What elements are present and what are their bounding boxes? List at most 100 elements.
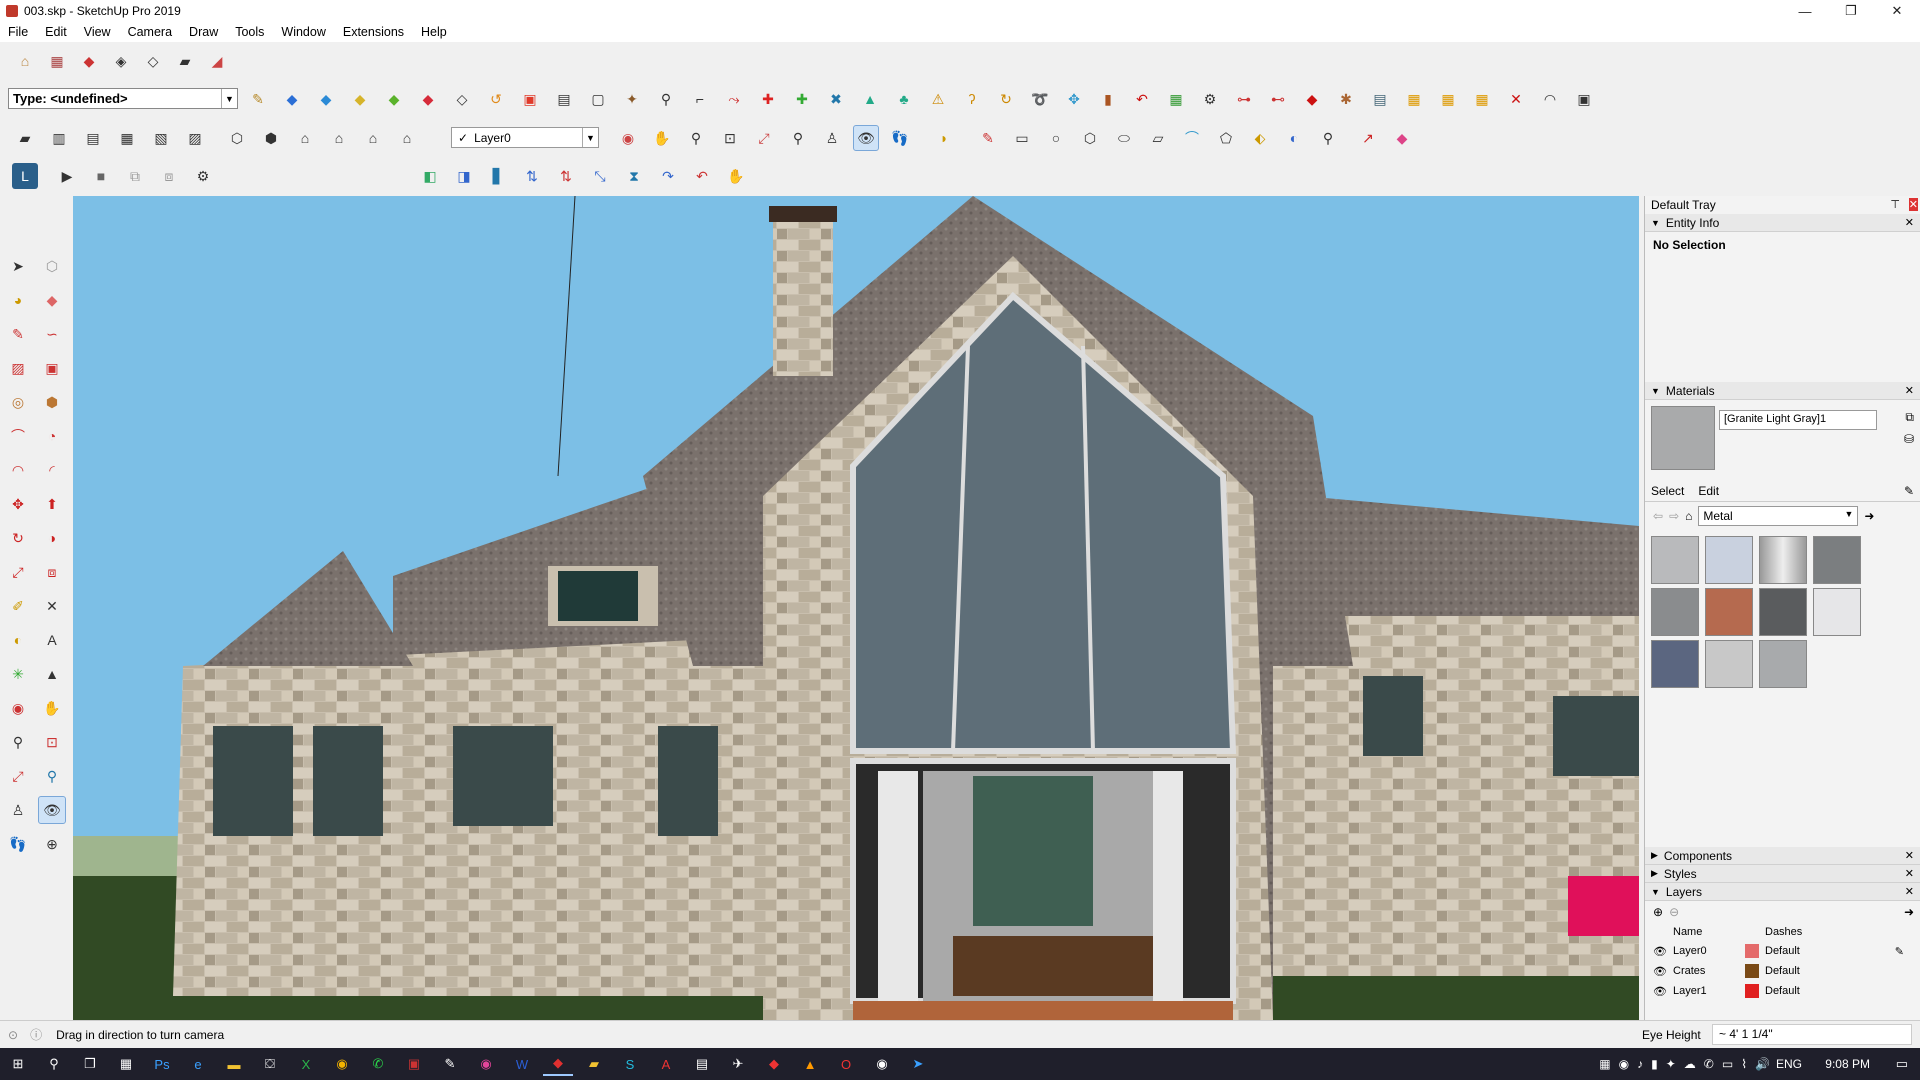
material-swatch[interactable]	[1759, 640, 1807, 688]
left-view-icon[interactable]: ▨	[182, 125, 208, 151]
clock[interactable]: 9:08 PM	[1825, 1057, 1870, 1071]
sticky-notes-icon[interactable]: ▰	[579, 1052, 609, 1076]
sandbox-add-detail-icon[interactable]: ⧗	[621, 163, 647, 189]
tray-app-icon[interactable]: ▭	[1722, 1057, 1733, 1071]
photoshop-icon[interactable]: Ps	[147, 1052, 177, 1076]
material-swatch[interactable]	[1759, 588, 1807, 636]
move-arrows-icon[interactable]: ✥	[1061, 86, 1087, 112]
section-cut-icon[interactable]: ▣	[517, 86, 543, 112]
cone-icon[interactable]: ▲	[857, 86, 883, 112]
plugin-icon-1[interactable]: ✦	[619, 86, 645, 112]
app-icon-4[interactable]: S	[615, 1052, 645, 1076]
app-icon-3[interactable]: ◉	[471, 1052, 501, 1076]
box-icon[interactable]: ▮	[1095, 86, 1121, 112]
three-point-arc-icon[interactable]: ◜	[38, 456, 66, 484]
word-icon[interactable]: W	[507, 1052, 537, 1076]
previous-tool-icon[interactable]: ⚲	[785, 125, 811, 151]
polygon-draw-icon[interactable]: ⬠	[1213, 125, 1239, 151]
sandbox-icon[interactable]: ◈	[108, 48, 134, 74]
menu-edit[interactable]: Edit	[45, 25, 67, 39]
house-monochrome-icon[interactable]: ⌂	[394, 125, 420, 151]
tab-edit[interactable]: Edit	[1698, 484, 1719, 498]
sandbox-flip-icon[interactable]: ⤡	[587, 163, 613, 189]
sandbox-stamp-icon[interactable]: ▋	[485, 163, 511, 189]
ellipse-draw-icon[interactable]: ⬭	[1111, 125, 1137, 151]
rotate-icon[interactable]: ↻	[4, 524, 32, 552]
menu-view[interactable]: View	[84, 25, 111, 39]
offset-icon[interactable]: ⧈	[38, 558, 66, 586]
iso-view-icon[interactable]: ▰	[12, 125, 38, 151]
entity-info-header[interactable]: ▼ Entity Info ✕	[1645, 214, 1920, 232]
task-view-icon[interactable]: ❐	[75, 1052, 105, 1076]
material-swatch[interactable]	[1705, 588, 1753, 636]
lasso-icon[interactable]: ➰	[1027, 86, 1053, 112]
terrain-icon[interactable]: ▰	[172, 48, 198, 74]
layer-color-swatch[interactable]	[1745, 944, 1759, 958]
top-view-icon[interactable]: ▥	[46, 125, 72, 151]
house-textured-icon[interactable]: ⌂	[360, 125, 386, 151]
frame-icon[interactable]: ▤	[1367, 86, 1393, 112]
layer-dropdown[interactable]: ✓ Layer0 ▼	[451, 127, 599, 148]
material-swatch[interactable]	[1651, 588, 1699, 636]
tray-app-icon[interactable]: ✆	[1704, 1057, 1714, 1071]
undo-red-icon[interactable]: ↶	[1129, 86, 1155, 112]
house-hidden-line-icon[interactable]: ⌂	[292, 125, 318, 151]
parallelogram-draw-icon[interactable]: ▱	[1145, 125, 1171, 151]
app-icon-6[interactable]: ✈	[723, 1052, 753, 1076]
solid-union-icon[interactable]: ◆	[279, 86, 305, 112]
zoom-tool-icon[interactable]: ⚲	[683, 125, 709, 151]
look-around-icon[interactable]: 👁	[38, 796, 66, 824]
styles-header[interactable]: ▶ Styles ✕	[1645, 865, 1920, 883]
warning-icon[interactable]: ⚠	[925, 86, 951, 112]
orbit-icon[interactable]: ◉	[4, 694, 32, 722]
walk-icon[interactable]: 👣	[4, 830, 32, 858]
whatsapp-icon[interactable]: ✆	[363, 1052, 393, 1076]
default-material-icon[interactable]: ⛁	[1904, 432, 1914, 446]
zoom-window-tool-icon[interactable]: ⊡	[717, 125, 743, 151]
layers-header[interactable]: ▼ Layers ✕	[1645, 883, 1920, 901]
add-layer-icon[interactable]: ⊕	[1653, 905, 1663, 919]
warehouse-icon[interactable]: ⌂	[12, 48, 38, 74]
sandbox-detail-icon[interactable]: ⇅	[553, 163, 579, 189]
store-icon[interactable]: ⛋	[255, 1052, 285, 1076]
material-collection-dropdown[interactable]: Metal ▼	[1698, 506, 1859, 526]
blue-shape-icon[interactable]: ◐	[1281, 125, 1307, 151]
grid-icon[interactable]: ✱	[1333, 86, 1359, 112]
two-point-arc-icon[interactable]: ◠	[4, 456, 32, 484]
xray-icon[interactable]: ⬡	[224, 125, 250, 151]
cross-blue-icon[interactable]: ✖	[823, 86, 849, 112]
pencil-icon[interactable]: ✎	[4, 320, 32, 348]
flip-edge-icon[interactable]: ◢	[204, 48, 230, 74]
close-button[interactable]: ✕	[1874, 0, 1920, 22]
material-swatch[interactable]	[1705, 536, 1753, 584]
col-dashes[interactable]: Dashes	[1765, 926, 1802, 938]
text-icon[interactable]: A	[38, 626, 66, 654]
connector-icon[interactable]: ⊶	[1231, 86, 1257, 112]
curve-icon[interactable]: ◠	[1537, 86, 1563, 112]
loop-icon[interactable]: ↻	[993, 86, 1019, 112]
stop-icon[interactable]: ■	[88, 163, 114, 189]
undo-red-2-icon[interactable]: ↶	[689, 163, 715, 189]
edge-icon[interactable]: e	[183, 1052, 213, 1076]
menu-draw[interactable]: Draw	[189, 25, 218, 39]
zoom-icon[interactable]: ⚲	[4, 728, 32, 756]
house-shaded-icon[interactable]: ⌂	[326, 125, 352, 151]
tag-draw-icon[interactable]: ⬖	[1247, 125, 1273, 151]
freehand-icon[interactable]: ∽	[38, 320, 66, 348]
table-row[interactable]: 👁 Layer0 Default ✎	[1645, 941, 1920, 961]
pan-icon[interactable]: ✋	[38, 694, 66, 722]
visibility-eye-icon[interactable]: 👁	[1653, 965, 1673, 978]
acrobat-icon[interactable]: A	[651, 1052, 681, 1076]
section-fill-icon[interactable]: ▢	[585, 86, 611, 112]
stack-icon[interactable]: ▦	[1163, 86, 1189, 112]
table-row[interactable]: 👁 Crates Default	[1645, 961, 1920, 981]
outer-shell-icon[interactable]: ◇	[449, 86, 475, 112]
app-icon-1[interactable]: ▣	[399, 1052, 429, 1076]
col-name[interactable]: Name	[1673, 926, 1743, 938]
calculator-icon[interactable]: ▦	[111, 1052, 141, 1076]
menu-window[interactable]: Window	[281, 25, 325, 39]
close-icon[interactable]: ✕	[1905, 867, 1914, 880]
protractor-icon[interactable]: ◐	[4, 626, 32, 654]
material-swatch[interactable]	[1813, 588, 1861, 636]
tile-2-icon[interactable]: ▦	[1435, 86, 1461, 112]
